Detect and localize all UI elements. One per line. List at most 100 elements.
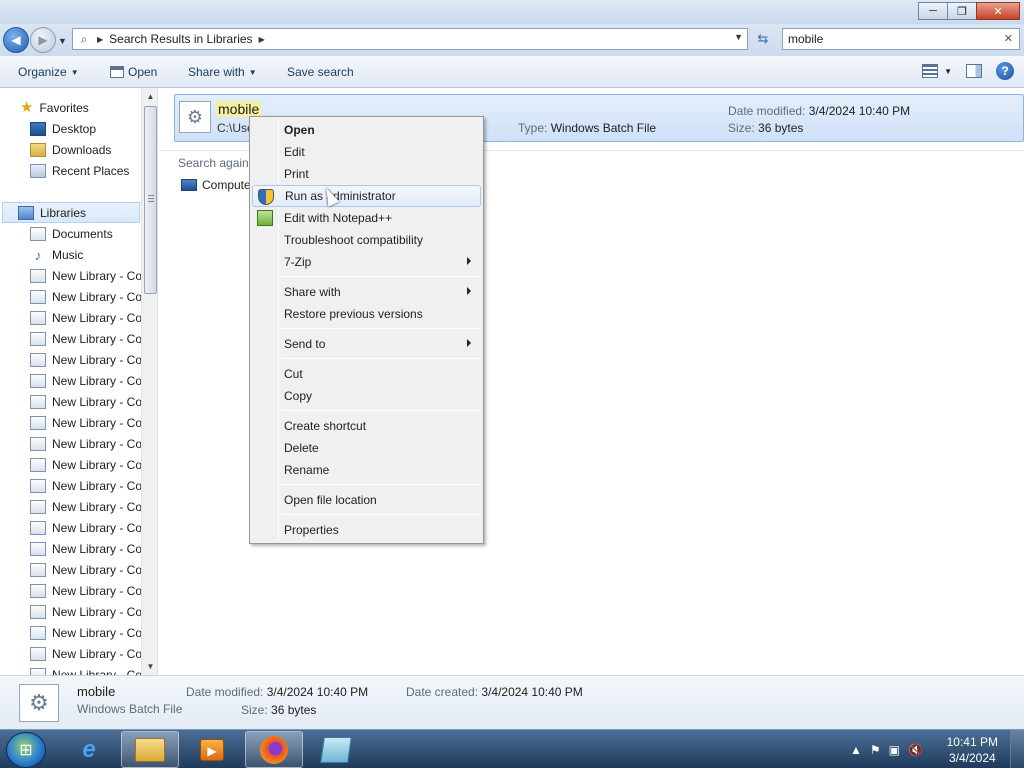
nav-new-library[interactable]: New Library - Co [30,265,142,286]
notepad-icon [320,736,352,763]
nav-new-library[interactable]: New Library - Co [30,622,142,643]
taskbar-media-player[interactable]: ▶ [183,731,241,768]
organize-button[interactable]: Organize ▼ [18,65,79,79]
nav-new-library[interactable]: New Library - Co [30,580,142,601]
taskbar-internet-explorer[interactable]: e [60,731,118,768]
library-icon [30,415,46,430]
taskbar-firefox[interactable] [245,731,303,768]
nav-new-library[interactable]: New Library - Co [30,391,142,412]
nav-new-library[interactable]: New Library - Co [30,286,142,307]
help-icon[interactable]: ? [996,62,1014,80]
nav-new-library[interactable]: New Library - Co [30,517,142,538]
menu-item-edit[interactable]: Edit [252,141,481,163]
nav-label: New Library - Co [52,352,143,367]
nav-new-library[interactable]: New Library - Co [30,454,142,475]
nav-label: New Library - Co [52,520,143,535]
nav-new-library[interactable]: New Library - Co [30,559,142,580]
nav-new-library[interactable]: New Library - Co [30,307,142,328]
nav-new-library[interactable]: New Library - Co [30,412,142,433]
details-created: Date created: 3/4/2024 10:40 PM [406,685,583,699]
nav-libraries[interactable]: Libraries [2,202,140,223]
menu-item-run-as-admin[interactable]: Run as administrator [252,185,481,207]
nav-scrollbar[interactable]: ▲ ▼ [141,88,157,675]
share-with-button[interactable]: Share with ▼ [188,65,257,79]
address-bar[interactable]: ⌕ ▶ Search Results in Libraries ▶ ▼ [72,28,748,50]
window-controls: ─ ❐ ✕ [918,2,1020,20]
nav-new-library[interactable]: New Library - Co [30,643,142,664]
library-icon [30,625,46,640]
close-button[interactable]: ✕ [976,2,1020,20]
details-size-label: Size: [241,703,268,717]
menu-item-properties[interactable]: Properties [252,519,481,541]
menu-item-print[interactable]: Print [252,163,481,185]
clear-search-icon[interactable]: ✕ [1004,32,1013,45]
nav-favorites[interactable]: ★ Favorites [20,97,89,118]
breadcrumb-separator-icon[interactable]: ▶ [97,35,103,44]
nav-new-library[interactable]: New Library - Co [30,601,142,622]
nav-downloads[interactable]: Downloads [30,139,111,160]
clock[interactable]: 10:41 PM 3/4/2024 [947,734,998,766]
nav-new-library[interactable]: New Library - Co [30,538,142,559]
menu-item-cut[interactable]: Cut [252,363,481,385]
change-view-button[interactable]: ▼ [922,64,952,78]
library-icon [30,310,46,325]
back-button[interactable]: ◀ [3,27,29,53]
search-input[interactable]: mobile ✕ [782,28,1020,50]
minimize-button[interactable]: ─ [918,2,948,20]
save-search-button[interactable]: Save search [287,65,354,79]
media-player-icon: ▶ [200,738,224,761]
nav-new-library[interactable]: New Library - Co [30,349,142,370]
nav-new-library[interactable]: New Library - Co [30,370,142,391]
nav-music[interactable]: ♪ Music [30,244,84,265]
open-button[interactable]: Open [110,65,157,79]
menu-item-troubleshoot[interactable]: Troubleshoot compatibility [252,229,481,251]
menu-item-create-shortcut[interactable]: Create shortcut [252,415,481,437]
forward-button[interactable]: ▶ [30,27,56,53]
maximize-button[interactable]: ❐ [947,2,977,20]
nav-new-library[interactable]: New Library - Co [30,328,142,349]
library-icon [30,268,46,283]
breadcrumb-separator-icon[interactable]: ▶ [259,35,265,44]
nav-documents[interactable]: Documents [30,223,113,244]
menu-item-delete[interactable]: Delete [252,437,481,459]
recent-pages-dropdown[interactable]: ▼ [58,36,67,46]
grip-icon [148,195,154,203]
title-bar: ─ ❐ ✕ [0,0,1024,24]
library-icon [30,478,46,493]
volume-muted-icon[interactable]: 🔇 [908,743,923,757]
show-hidden-icons-icon[interactable]: ▲ [850,743,862,757]
taskbar-notepad[interactable] [307,731,365,768]
menu-item-rename[interactable]: Rename [252,459,481,481]
refresh-icon[interactable]: ⇆ [752,28,774,50]
start-button[interactable]: ⊞ [6,732,46,768]
action-center-flag-icon[interactable]: ⚑ [870,743,881,757]
nav-label: Libraries [40,205,87,220]
menu-item-open-file-location[interactable]: Open file location [252,489,481,511]
menu-label: 7-Zip [284,255,312,269]
scroll-up-icon[interactable]: ▲ [142,88,157,105]
menu-item-copy[interactable]: Copy [252,385,481,407]
menu-item-edit-notepad-plus-plus[interactable]: Edit with Notepad++ [252,207,481,229]
address-dropdown-icon[interactable]: ▼ [734,32,743,42]
menu-item-restore-versions[interactable]: Restore previous versions [252,303,481,325]
nav-recent-places[interactable]: Recent Places [30,160,129,181]
network-icon[interactable]: ▣ [889,743,900,757]
menu-item-send-to[interactable]: Send to [252,333,481,355]
search-computer-link[interactable]: Compute [181,178,251,192]
nav-new-library[interactable]: New Library - Co [30,496,142,517]
breadcrumb[interactable]: Search Results in Libraries [109,32,252,46]
nav-new-library[interactable]: New Library - Co [30,433,142,454]
nav-new-library[interactable]: New Library - Co [30,664,142,675]
menu-item-share-with[interactable]: Share with [252,281,481,303]
nav-label: New Library - Co [52,415,143,430]
preview-pane-icon[interactable] [966,64,982,78]
scroll-down-icon[interactable]: ▼ [142,658,157,675]
scroll-thumb[interactable] [144,106,157,294]
menu-label: Rename [284,463,330,477]
show-desktop-button[interactable] [1010,730,1024,768]
nav-new-library[interactable]: New Library - Co [30,475,142,496]
nav-desktop[interactable]: Desktop [30,118,96,139]
taskbar-windows-explorer[interactable] [121,731,179,768]
menu-item-open[interactable]: Open [252,119,481,141]
menu-item-7zip[interactable]: 7-Zip [252,251,481,273]
